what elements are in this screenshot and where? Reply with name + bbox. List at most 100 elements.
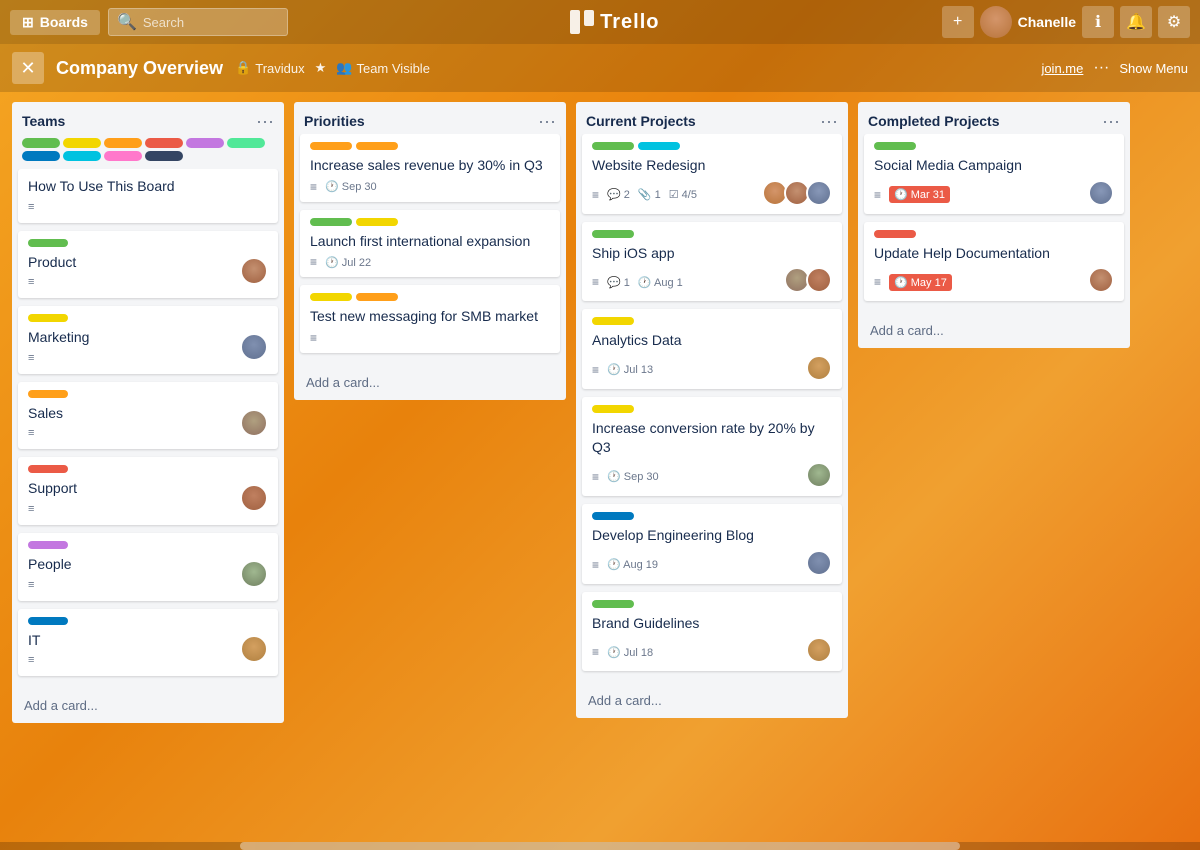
settings-button[interactable]: ⚙ bbox=[1158, 6, 1190, 38]
card-lines-icon: ≡ bbox=[28, 654, 40, 666]
workspace-item[interactable]: 🔒 Travidux bbox=[235, 60, 305, 76]
card-avatar bbox=[806, 355, 832, 381]
list-priorities-menu[interactable]: ··· bbox=[538, 112, 556, 130]
card-meta: ≡ 🕐 Jul 22 bbox=[310, 255, 550, 269]
card-meta: ≡ bbox=[310, 331, 550, 345]
card-p1[interactable]: Increase sales revenue by 30% in Q3 ≡ 🕐 … bbox=[300, 134, 560, 202]
card-it[interactable]: IT ≡ bbox=[18, 609, 278, 677]
search-bar: 🔍 bbox=[108, 8, 288, 36]
card-social-media[interactable]: Social Media Campaign ≡ 🕐 Mar 31 bbox=[864, 134, 1124, 214]
search-input[interactable] bbox=[143, 15, 279, 30]
card-support[interactable]: Support ≡ bbox=[18, 457, 278, 525]
list-teams-menu[interactable]: ··· bbox=[256, 112, 274, 130]
card-help-docs[interactable]: Update Help Documentation ≡ 🕐 May 17 bbox=[864, 222, 1124, 302]
user-menu[interactable]: Chanelle bbox=[980, 6, 1076, 38]
card-avatar bbox=[1088, 267, 1114, 293]
boards-button[interactable]: ⊞ Boards bbox=[10, 10, 100, 35]
card-title: Product bbox=[28, 253, 76, 273]
card-title: Test new messaging for SMB market bbox=[310, 307, 550, 327]
list-teams: Teams ··· How To Use This Board ≡ bbox=[12, 102, 284, 723]
show-menu-link[interactable]: Show Menu bbox=[1119, 61, 1188, 76]
card-p2[interactable]: Launch first international expansion ≡ 🕐… bbox=[300, 210, 560, 278]
card-title: Launch first international expansion bbox=[310, 232, 550, 252]
attachments-badge: 📎 1 bbox=[638, 188, 661, 201]
card-avatar bbox=[240, 409, 268, 437]
username-label: Chanelle bbox=[1018, 14, 1076, 30]
list-current-projects: Current Projects ··· Website Redesign ≡ … bbox=[576, 102, 848, 718]
add-button[interactable]: + bbox=[942, 6, 974, 38]
lines-icon: ≡ bbox=[592, 188, 599, 202]
card-conversion[interactable]: Increase conversion rate by 20% by Q3 ≡ … bbox=[582, 397, 842, 496]
card-title: Ship iOS app bbox=[592, 244, 832, 264]
due-badge: 🕐 Aug 19 bbox=[607, 558, 658, 571]
list-current-projects-title: Current Projects bbox=[586, 113, 696, 129]
lines-icon: ≡ bbox=[592, 363, 599, 377]
card-how-to[interactable]: How To Use This Board ≡ bbox=[18, 169, 278, 223]
visibility-label: Team Visible bbox=[356, 61, 429, 76]
card-title: People bbox=[28, 555, 72, 575]
card-lines-icon: ≡ bbox=[28, 579, 72, 591]
card-title: Social Media Campaign bbox=[874, 156, 1114, 176]
due-date-badge: 🕐 Sep 30 bbox=[325, 180, 377, 193]
card-title: Analytics Data bbox=[592, 331, 832, 351]
add-card-priorities[interactable]: Add a card... bbox=[302, 371, 558, 394]
visibility-item[interactable]: 👥 Team Visible bbox=[336, 60, 430, 76]
join-me-link[interactable]: join.me bbox=[1041, 61, 1083, 76]
add-card-current[interactable]: Add a card... bbox=[584, 689, 840, 712]
lines-icon: ≡ bbox=[592, 470, 599, 484]
card-avatar bbox=[806, 637, 832, 663]
due-badge: 🕐 Aug 1 bbox=[638, 276, 683, 289]
card-marketing[interactable]: Marketing ≡ bbox=[18, 306, 278, 374]
list-completed-projects-title: Completed Projects bbox=[868, 113, 999, 129]
lines-icon: ≡ bbox=[310, 180, 317, 194]
menu-dots: ··· bbox=[1093, 59, 1109, 77]
card-avatar bbox=[806, 462, 832, 488]
card-people[interactable]: People ≡ bbox=[18, 533, 278, 601]
info-button[interactable]: ℹ bbox=[1082, 6, 1114, 38]
card-analytics[interactable]: Analytics Data ≡ 🕐 Jul 13 bbox=[582, 309, 842, 389]
horizontal-scrollbar[interactable] bbox=[0, 842, 1200, 850]
due-badge: 🕐 Jul 13 bbox=[607, 363, 653, 376]
star-icon[interactable]: ★ bbox=[315, 60, 327, 76]
card-avatars bbox=[784, 267, 832, 293]
card-sales[interactable]: Sales ≡ bbox=[18, 382, 278, 450]
add-card-teams[interactable]: Add a card... bbox=[20, 694, 276, 717]
card-p3[interactable]: Test new messaging for SMB market ≡ bbox=[300, 285, 560, 353]
card-meta: ≡ 💬 1 🕐 Aug 1 bbox=[592, 275, 683, 289]
search-icon: 🔍 bbox=[117, 12, 137, 32]
card-lines-icon: ≡ bbox=[28, 201, 268, 213]
list-completed-projects-menu[interactable]: ··· bbox=[1102, 112, 1120, 130]
nav-right-controls: + Chanelle ℹ 🔔 ⚙ bbox=[942, 6, 1190, 38]
card-lines-icon: ≡ bbox=[28, 427, 63, 439]
lines-icon: ≡ bbox=[310, 331, 317, 345]
checklist-badge: ☑ 4/5 bbox=[669, 188, 697, 201]
workspace-name: Travidux bbox=[255, 61, 304, 76]
list-priorities-footer: Add a card... bbox=[294, 365, 566, 400]
list-teams-header: Teams ··· bbox=[12, 102, 284, 134]
add-card-completed[interactable]: Add a card... bbox=[866, 319, 1122, 342]
card-website-redesign[interactable]: Website Redesign ≡ 💬 2 📎 1 ☑ 4/5 bbox=[582, 134, 842, 214]
notifications-button[interactable]: 🔔 bbox=[1120, 6, 1152, 38]
workspace-icon: 🔒 bbox=[235, 60, 251, 76]
visibility-icon: 👥 bbox=[336, 60, 352, 76]
card-avatar bbox=[806, 550, 832, 576]
list-priorities-cards: Increase sales revenue by 30% in Q3 ≡ 🕐 … bbox=[294, 134, 566, 365]
due-date-badge: 🕐 Mar 31 bbox=[889, 186, 950, 203]
card-meta: ≡ 🕐 Mar 31 bbox=[874, 186, 950, 203]
card-meta: ≡ 🕐 Aug 19 bbox=[592, 558, 658, 572]
card-avatars bbox=[762, 180, 832, 206]
list-current-projects-menu[interactable]: ··· bbox=[820, 112, 838, 130]
due-badge: 🕐 Sep 30 bbox=[607, 470, 659, 483]
lines-icon: ≡ bbox=[874, 275, 881, 289]
card-avatar bbox=[1088, 180, 1114, 206]
board-meta: 🔒 Travidux ★ 👥 Team Visible bbox=[235, 60, 430, 76]
card-product[interactable]: Product ≡ bbox=[18, 231, 278, 299]
list-current-projects-header: Current Projects ··· bbox=[576, 102, 848, 134]
lines-icon: ≡ bbox=[592, 275, 599, 289]
card-brand-guidelines[interactable]: Brand Guidelines ≡ 🕐 Jul 18 bbox=[582, 592, 842, 672]
card-ship-ios[interactable]: Ship iOS app ≡ 💬 1 🕐 Aug 1 bbox=[582, 222, 842, 302]
teams-color-labels bbox=[12, 134, 284, 169]
card-eng-blog[interactable]: Develop Engineering Blog ≡ 🕐 Aug 19 bbox=[582, 504, 842, 584]
card-avatar bbox=[240, 560, 268, 588]
card-title: Support bbox=[28, 479, 77, 499]
